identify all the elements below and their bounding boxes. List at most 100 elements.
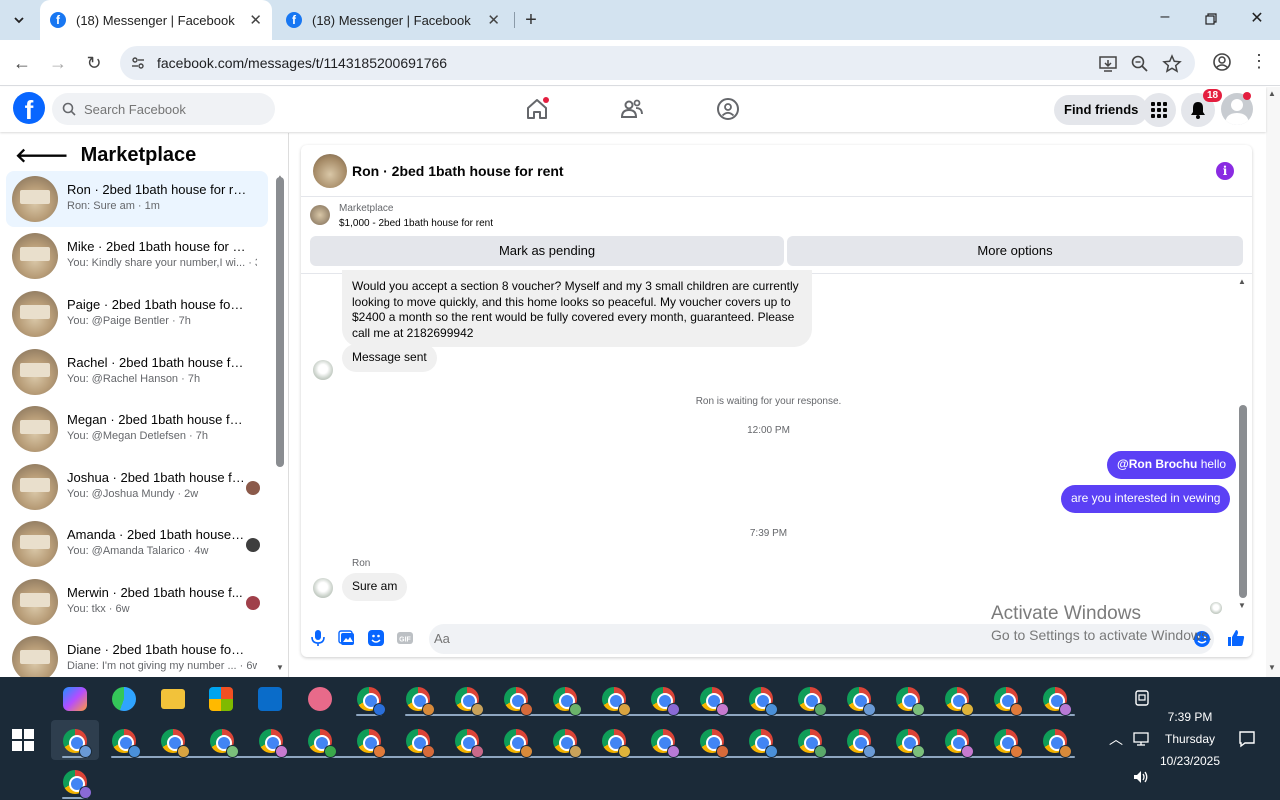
outlook-icon[interactable]	[258, 687, 282, 711]
chat-title[interactable]: Ron · 2bed 1bath house for rent	[352, 163, 564, 179]
bookmark-star-icon[interactable]	[1162, 54, 1182, 74]
chrome-icon[interactable]	[1043, 729, 1072, 758]
close-window-button[interactable]: ✕	[1242, 8, 1272, 32]
chrome-icon[interactable]	[161, 729, 190, 758]
volume-icon[interactable]	[1132, 769, 1150, 785]
chat-scrollbar[interactable]	[1239, 405, 1247, 598]
back-arrow-icon[interactable]: 🡐	[15, 143, 69, 168]
meet-now-icon[interactable]	[1133, 689, 1151, 707]
home-icon[interactable]	[525, 97, 549, 121]
info-icon[interactable]: i	[1216, 162, 1234, 180]
chrome-icon[interactable]	[63, 770, 92, 799]
chrome-icon[interactable]	[1043, 687, 1072, 716]
clock-time[interactable]: 7:39 PM	[1150, 710, 1230, 724]
chrome-icon[interactable]	[553, 687, 582, 716]
scroll-up-arrow[interactable]: ▲	[1268, 89, 1276, 98]
chrome-icon[interactable]	[308, 729, 337, 758]
file-explorer-icon[interactable]	[161, 689, 185, 709]
chrome-icon[interactable]	[112, 729, 141, 758]
restore-button[interactable]	[1196, 8, 1226, 32]
find-friends-button[interactable]: Find friends	[1054, 95, 1149, 125]
tab-search-button[interactable]	[6, 8, 32, 32]
zoom-icon[interactable]	[1130, 54, 1150, 74]
page-scrollbar[interactable]: ▲ ▼	[1266, 87, 1280, 677]
chrome-icon[interactable]	[602, 687, 631, 716]
chrome-icon[interactable]	[504, 687, 533, 716]
sticker-icon[interactable]	[367, 629, 385, 647]
conversation-item[interactable]: Mike · 2bed 1bath house for rent You: Ki…	[6, 228, 268, 284]
chrome-icon[interactable]	[455, 687, 484, 716]
chrome-icon[interactable]	[259, 729, 288, 758]
scroll-down-arrow[interactable]: ▼	[276, 663, 284, 672]
close-tab-icon[interactable]: ✕	[487, 11, 500, 29]
chrome-icon[interactable]	[994, 687, 1023, 716]
facebook-search[interactable]	[52, 93, 275, 125]
conversation-item[interactable]: Rachel · 2bed 1bath house for r... You: …	[6, 344, 268, 400]
edge-icon[interactable]	[112, 687, 136, 711]
conversation-item[interactable]: Amanda · 2bed 1bath house f... You: @Ama…	[6, 516, 268, 572]
chrome-icon[interactable]	[602, 729, 631, 758]
friends-icon[interactable]	[620, 97, 644, 121]
tray-chevron-up-icon[interactable]: ︿	[1109, 729, 1123, 749]
windows-start-icon[interactable]	[12, 729, 34, 751]
conversation-item[interactable]: Paige · 2bed 1bath house for rent You: @…	[6, 286, 268, 342]
scroll-up-arrow[interactable]: ▲	[1238, 277, 1246, 286]
new-tab-button[interactable]: +	[520, 9, 542, 32]
chrome-icon[interactable]	[798, 729, 827, 758]
chrome-icon[interactable]	[455, 729, 484, 758]
chrome-icon[interactable]	[357, 729, 386, 758]
mention-tag[interactable]: @Ron Brochu	[1117, 457, 1197, 471]
chrome-icon[interactable]	[504, 729, 533, 758]
chrome-icon[interactable]	[700, 687, 729, 716]
reload-button[interactable]: ↻	[82, 51, 106, 75]
search-input[interactable]	[84, 101, 264, 117]
site-settings-icon[interactable]	[130, 55, 146, 71]
message-input[interactable]	[434, 631, 954, 646]
close-tab-icon[interactable]: ✕	[249, 11, 262, 29]
chrome-icon[interactable]	[357, 687, 386, 716]
more-options-button[interactable]: More options	[787, 236, 1243, 266]
chrome-icon[interactable]	[63, 729, 92, 758]
install-app-icon[interactable]	[1098, 54, 1118, 74]
network-icon[interactable]	[1132, 731, 1150, 747]
chrome-icon[interactable]	[994, 729, 1023, 758]
chrome-icon[interactable]	[406, 729, 435, 758]
minimize-button[interactable]: –	[1150, 8, 1180, 32]
chrome-icon[interactable]	[210, 729, 239, 758]
mark-as-pending-button[interactable]: Mark as pending	[310, 236, 784, 266]
menu-button[interactable]	[1142, 93, 1176, 127]
conversation-item[interactable]: Ron · 2bed 1bath house for rent Ron: Sur…	[6, 171, 268, 227]
copilot-icon[interactable]	[63, 687, 87, 711]
chrome-icon[interactable]	[896, 729, 925, 758]
chrome-icon[interactable]	[896, 687, 925, 716]
chrome-icon[interactable]	[700, 729, 729, 758]
sidebar-scrollbar[interactable]	[276, 177, 284, 467]
forward-button[interactable]: →	[46, 51, 70, 75]
chrome-icon[interactable]	[847, 687, 876, 716]
gif-icon[interactable]: GIF	[396, 629, 414, 647]
browser-tab-active[interactable]: f (18) Messenger | Facebook ✕	[40, 0, 272, 40]
conversation-item[interactable]: Merwin · 2bed 1bath house f... You: tkx …	[6, 574, 268, 630]
groups-icon[interactable]	[716, 97, 740, 121]
clock-day[interactable]: Thursday	[1150, 732, 1230, 746]
chrome-icon[interactable]	[749, 729, 778, 758]
store-icon[interactable]	[209, 687, 233, 711]
chrome-icon[interactable]	[553, 729, 582, 758]
photo-icon[interactable]	[338, 629, 356, 647]
microphone-icon[interactable]	[309, 629, 327, 647]
conversation-item[interactable]: Joshua · 2bed 1bath house fo... You: @Jo…	[6, 459, 268, 515]
scroll-down-arrow[interactable]: ▼	[1268, 663, 1276, 672]
listing-thumbnail[interactable]	[313, 154, 347, 188]
thumbs-up-icon[interactable]	[1226, 628, 1246, 648]
browser-tab[interactable]: f (18) Messenger | Facebook ✕	[276, 0, 510, 40]
snipping-tool-icon[interactable]	[308, 687, 332, 711]
back-button[interactable]: ←	[10, 51, 34, 75]
chrome-icon[interactable]	[651, 687, 680, 716]
chrome-icon[interactable]	[945, 729, 974, 758]
clock-date[interactable]: 10/23/2025	[1150, 754, 1230, 768]
chrome-icon[interactable]	[945, 687, 974, 716]
scroll-down-arrow[interactable]: ▼	[1238, 601, 1246, 610]
chrome-icon[interactable]	[749, 687, 778, 716]
browser-menu-icon[interactable]: ⋮	[1250, 51, 1268, 72]
profile-icon[interactable]	[1212, 52, 1232, 72]
